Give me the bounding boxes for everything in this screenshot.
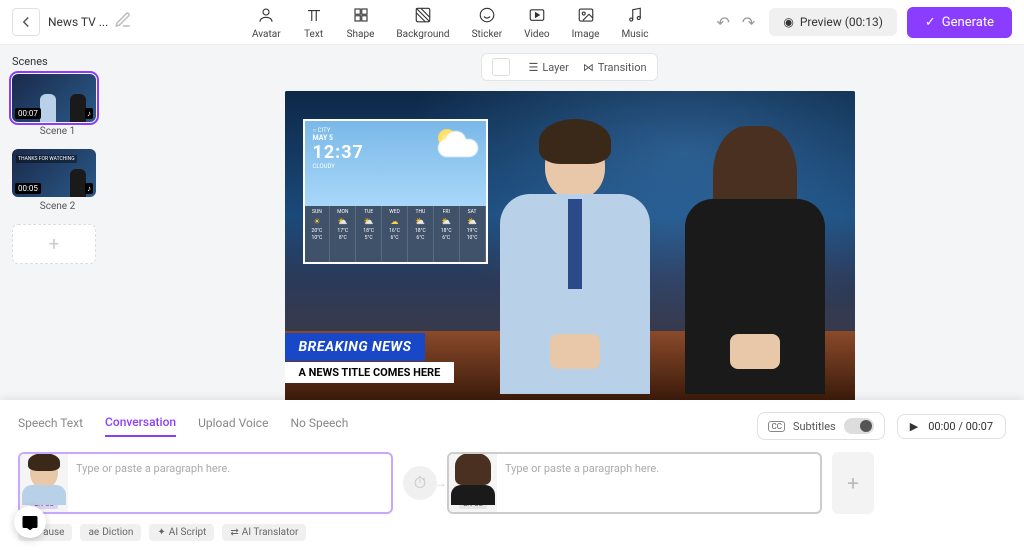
undo-button[interactable]: ↶ [717,13,730,32]
tool-shape[interactable]: Shape [347,4,375,40]
tool-background[interactable]: Background [396,4,449,40]
add-conversation-button[interactable]: + [832,452,874,514]
tool-video[interactable]: Video [524,4,549,40]
bottom-panel: Speech Text Conversation Upload Voice No… [0,400,1024,552]
conversation-block-2[interactable]: EN-US Type or paste a paragraph here. [447,452,822,514]
tab-no-speech[interactable]: No Speech [290,416,348,436]
conv-avatar-1[interactable]: EN-US [20,454,68,512]
redo-button[interactable]: ↷ [742,13,755,32]
news-subtitle[interactable]: A NEWS TITLE COMES HERE [285,362,455,383]
avatar-male[interactable] [485,131,665,401]
conv-textarea-2[interactable]: Type or paste a paragraph here. [497,454,820,512]
scene-duration: 00:05 [15,183,41,194]
layer-button[interactable]: ☰ Layer [528,61,568,74]
music-icon: ♪ [85,108,93,119]
video-icon [526,4,548,26]
scene-thumb-1[interactable]: 00:07 ♪ [12,74,96,122]
tab-speech-text[interactable]: Speech Text [18,416,83,436]
conv-timing-icon[interactable]: ⏱ [403,466,437,500]
subtitles-control: CC Subtitles [757,412,884,440]
playback-control: ▶ 00:00 / 00:07 [897,414,1006,439]
edit-title-icon[interactable] [114,11,132,33]
speech-tabs: Speech Text Conversation Upload Voice No… [18,412,1006,440]
tool-image[interactable]: Image [572,4,600,40]
news-banner[interactable]: BREAKING NEWS [285,333,426,361]
intercom-button[interactable] [14,506,46,538]
preview-stage[interactable]: ○ CITY MAY 5 12:37 CLOUDY SUN☀20°C10°CMO… [285,91,855,401]
scene-thumb-2[interactable]: THANKS FOR WATCHING 00:05 ♪ [12,149,96,197]
conv-avatar-2[interactable]: EN-US [449,454,497,512]
scene-duration: 00:07 [15,108,41,119]
preview-icon: ◉ [783,15,793,29]
conversation-block-1[interactable]: EN-US Type or paste a paragraph here. [18,452,393,514]
project-title-input[interactable] [48,15,108,29]
layer-checkbox[interactable] [492,58,510,76]
tool-music[interactable]: Music [621,4,648,40]
toolbar: Avatar Text Shape Background Sticker Vid… [252,4,649,40]
preview-button[interactable]: ◉ Preview (00:13) [769,8,897,36]
time-display: 00:00 / 00:07 [928,420,993,433]
conv-textarea-1[interactable]: Type or paste a paragraph here. [68,454,391,512]
scenes-panel: Scenes 00:07 ♪ Scene 1 THANKS FOR WATCHI… [0,45,115,400]
sticker-icon [476,4,498,26]
cc-icon: CC [768,421,784,432]
scene-label: Scene 1 [12,126,103,137]
tool-avatar[interactable]: Avatar [252,4,281,40]
generate-button[interactable]: ✓ Generate [907,7,1012,38]
chip-diction[interactable]: aeDiction [80,524,141,541]
layer-toolbar: ☰ Layer ⋈ Transition [481,53,657,81]
chip-ai-translator[interactable]: ⇄AI Translator [222,524,306,541]
tab-conversation[interactable]: Conversation [105,415,176,437]
tool-sticker[interactable]: Sticker [472,4,503,40]
tool-text[interactable]: Text [303,4,325,40]
background-icon [412,4,434,26]
music-icon: ♪ [85,183,93,194]
transition-button[interactable]: ⋈ Transition [583,61,647,74]
subtitles-toggle[interactable] [844,418,874,434]
avatar-icon [255,4,277,26]
music-icon [624,4,646,26]
generate-icon: ✓ [925,15,936,30]
chip-ai-script[interactable]: ✦AI Script [149,524,214,541]
play-button[interactable]: ▶ [910,420,918,433]
avatar-female[interactable] [670,136,840,401]
transition-icon: ⋈ [583,61,594,74]
layer-icon: ☰ [528,61,538,74]
canvas-area: ☰ Layer ⋈ Transition ○ CITY MAY 5 12:37 … [115,45,1024,400]
text-icon [303,4,325,26]
weather-panel: ○ CITY MAY 5 12:37 CLOUDY SUN☀20°C10°CMO… [303,119,488,264]
shape-icon [350,4,372,26]
scene-label: Scene 2 [12,201,103,212]
back-button[interactable] [12,8,40,36]
image-icon [575,4,597,26]
add-scene-button[interactable]: + [12,224,96,264]
scenes-title: Scenes [12,55,103,68]
tab-upload-voice[interactable]: Upload Voice [198,416,268,436]
